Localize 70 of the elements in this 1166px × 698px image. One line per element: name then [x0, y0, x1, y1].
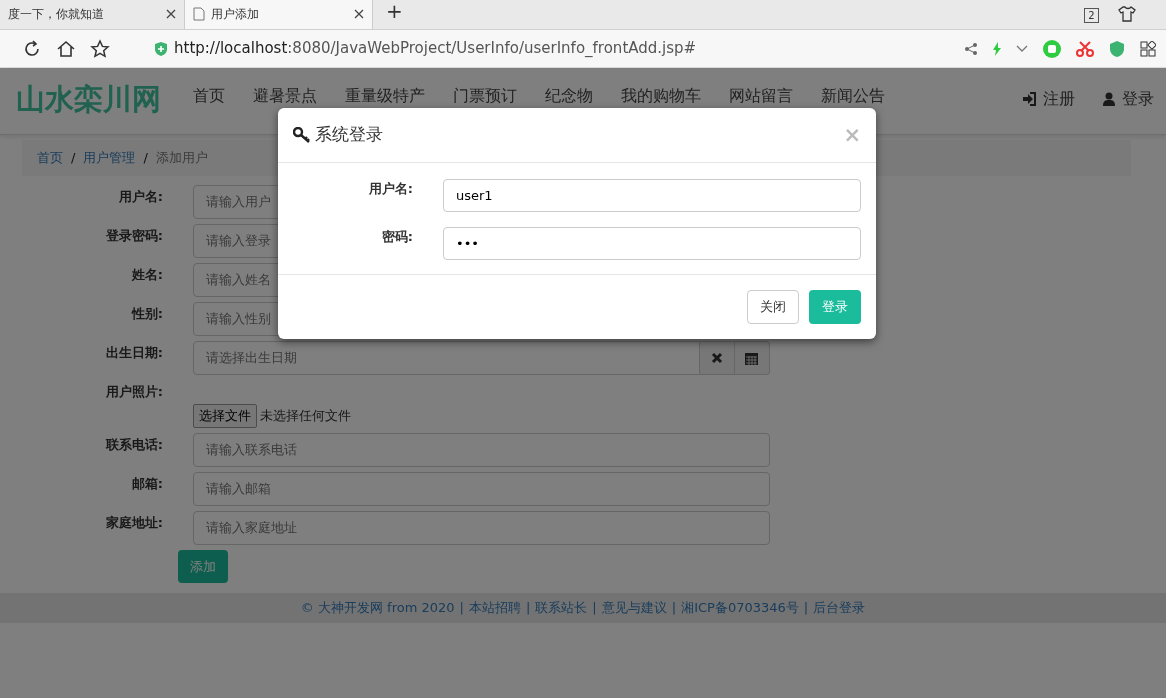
nav-link[interactable]: 门票预订 [439, 87, 531, 105]
input-field[interactable]: 请输入邮箱 [193, 471, 770, 506]
footer-separator: | [459, 599, 464, 618]
nav-link[interactable]: 首页 [179, 87, 239, 105]
chevron-down-icon[interactable] [1016, 44, 1028, 53]
field-label: 密码: [380, 228, 413, 246]
field-label: 登录密码: [104, 226, 163, 245]
share-icon[interactable] [964, 41, 978, 56]
footer-link[interactable]: 意见与建议 [601, 598, 667, 618]
input-field[interactable]: 请输入联系电话 [193, 432, 770, 467]
close-icon[interactable] [166, 9, 176, 19]
field-label: 用户名: [117, 187, 163, 206]
footer-separator: | [803, 599, 809, 618]
nav-link[interactable]: 网站留言 [715, 87, 807, 105]
dialog-title: 系统登录 [315, 123, 384, 147]
field-label: 用户名: [367, 180, 413, 198]
field-label: 姓名: [130, 265, 163, 284]
scissors-icon[interactable] [1076, 40, 1094, 57]
nav-link[interactable]: 重量级特产 [331, 87, 439, 105]
nav-link[interactable]: 注册 [1022, 87, 1075, 111]
page-icon [193, 7, 205, 21]
sign-in-icon [1022, 92, 1036, 106]
shirt-icon[interactable] [1118, 6, 1136, 22]
nav-link[interactable]: 避暑景点 [239, 87, 331, 105]
footer-link[interactable]: © 大神开发网 from 2020 [300, 598, 455, 618]
field-label: 联系电话: [104, 435, 163, 454]
breadcrumb-separator: / [143, 149, 148, 167]
field-label: 性别: [130, 304, 163, 323]
input-field[interactable]: user1 [443, 179, 861, 212]
login-button[interactable]: 登录 [809, 290, 861, 324]
field-label: 出生日期: [104, 343, 163, 362]
input-field[interactable]: ••• [443, 227, 861, 260]
close-dialog-button[interactable]: 关闭 [747, 290, 799, 324]
new-tab-button[interactable]: + [373, 0, 416, 29]
breadcrumb-separator: / [71, 149, 76, 167]
clear-button[interactable] [699, 340, 735, 375]
nav-link[interactable]: 纪念物 [531, 87, 607, 105]
refresh-icon[interactable] [22, 38, 42, 59]
field-label: 邮箱: [130, 474, 163, 493]
key-icon [293, 127, 311, 143]
date-field[interactable]: 请选择出生日期 [193, 340, 700, 375]
calendar-button[interactable] [734, 340, 770, 375]
nav-link[interactable]: 新闻公告 [807, 87, 899, 105]
calendar-icon [745, 350, 759, 365]
field-label: 用户照片: [104, 382, 163, 401]
close-icon [710, 351, 723, 364]
input-field[interactable]: 请输入家庭地址 [193, 510, 770, 545]
tab-count-badge[interactable]: 2 [1084, 7, 1099, 23]
breadcrumb-link[interactable]: 用户管理 [83, 148, 136, 168]
footer-link[interactable]: 湘ICP备0703346号 [681, 598, 799, 618]
close-icon[interactable] [354, 9, 364, 19]
file-status: 未选择任何文件 [260, 407, 351, 425]
breadcrumb-current: 添加用户 [155, 149, 208, 167]
footer-separator: | [592, 599, 597, 618]
apps-icon[interactable] [1140, 40, 1156, 57]
footer-link[interactable]: 后台登录 [813, 598, 866, 618]
nav-link[interactable]: 我的购物车 [607, 87, 715, 105]
footer-link[interactable]: 本站招聘 [468, 598, 521, 618]
field-label: 家庭地址: [104, 513, 163, 532]
shield-icon [154, 40, 168, 57]
star-icon[interactable] [90, 38, 110, 59]
browser-tab[interactable]: 用户添加 [185, 0, 373, 29]
home-icon[interactable] [56, 38, 76, 59]
user-icon [1103, 92, 1115, 106]
footer-link[interactable]: 联系站长 [535, 598, 588, 618]
breadcrumb-link[interactable]: 首页 [37, 148, 63, 168]
choose-file-button[interactable]: 选择文件 [193, 404, 257, 428]
footer-separator: | [525, 599, 531, 618]
nav-link[interactable]: 登录 [1103, 87, 1154, 111]
footer-separator: | [671, 599, 677, 618]
